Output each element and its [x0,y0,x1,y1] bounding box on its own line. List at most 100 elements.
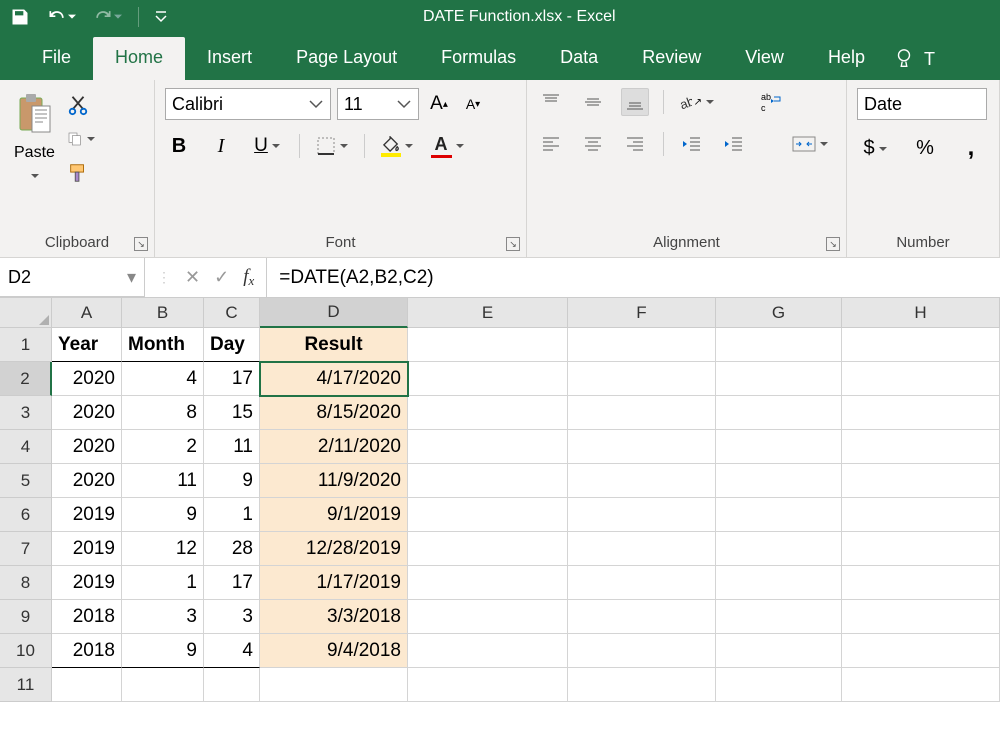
italic-button[interactable]: I [207,132,235,160]
clipboard-dialog-launcher-icon[interactable] [134,237,148,251]
cell[interactable]: 3 [204,600,260,634]
font-name-combo[interactable]: Calibri [165,88,331,120]
cell[interactable] [408,396,568,430]
cell[interactable] [408,532,568,566]
cell[interactable] [842,498,1000,532]
tab-insert[interactable]: Insert [185,37,274,80]
cell[interactable] [842,328,1000,362]
tab-review[interactable]: Review [620,37,723,80]
align-left-icon[interactable] [537,130,565,158]
cell[interactable] [568,464,716,498]
font-color-button[interactable]: A [429,132,465,160]
tab-view[interactable]: View [723,37,806,80]
cell[interactable] [568,634,716,668]
cell[interactable] [716,498,842,532]
tab-formulas[interactable]: Formulas [419,37,538,80]
borders-button[interactable] [314,132,350,160]
cell[interactable]: 9 [122,498,204,532]
row-header[interactable]: 7 [0,532,52,566]
cancel-formula-icon[interactable]: ✕ [185,267,200,288]
cell[interactable]: 3/3/2018 [260,600,408,634]
cell[interactable] [408,362,568,396]
cell[interactable] [842,668,1000,702]
cell[interactable] [842,362,1000,396]
cell[interactable]: 15 [204,396,260,430]
paste-button[interactable]: Paste [10,88,59,190]
cell[interactable] [568,498,716,532]
cell[interactable] [568,566,716,600]
cell[interactable]: 2 [122,430,204,464]
cell[interactable]: 9/4/2018 [260,634,408,668]
align-middle-icon[interactable] [579,88,607,116]
cell[interactable] [408,498,568,532]
cell[interactable]: 2/11/2020 [260,430,408,464]
cell[interactable] [568,600,716,634]
column-header[interactable]: B [122,298,204,328]
cell[interactable] [408,430,568,464]
cell[interactable] [408,668,568,702]
cell[interactable] [568,396,716,430]
cell[interactable] [52,668,122,702]
row-header[interactable]: 1 [0,328,52,362]
cell[interactable]: 12/28/2019 [260,532,408,566]
cell[interactable] [568,532,716,566]
align-top-icon[interactable] [537,88,565,116]
row-header[interactable]: 6 [0,498,52,532]
cell[interactable]: Year [52,328,122,362]
cell[interactable]: 11 [122,464,204,498]
tab-home[interactable]: Home [93,37,185,80]
cell[interactable]: 2019 [52,498,122,532]
cell[interactable]: 2019 [52,566,122,600]
column-header[interactable]: E [408,298,568,328]
cell[interactable]: 11/9/2020 [260,464,408,498]
cell[interactable] [204,668,260,702]
align-right-icon[interactable] [621,130,649,158]
align-center-icon[interactable] [579,130,607,158]
cell[interactable]: 12 [122,532,204,566]
row-header[interactable]: 9 [0,600,52,634]
cell[interactable]: 4/17/2020 [260,362,408,396]
cell[interactable] [716,362,842,396]
tell-me-icon[interactable]: T [887,37,941,80]
column-header[interactable]: D [260,298,408,328]
column-header[interactable]: A [52,298,122,328]
cell[interactable] [716,430,842,464]
tab-help[interactable]: Help [806,37,887,80]
copy-icon[interactable] [67,128,95,150]
row-header[interactable]: 2 [0,362,52,396]
wrap-text-icon[interactable]: abc [758,88,786,116]
undo-icon[interactable] [46,7,76,27]
cell[interactable] [716,464,842,498]
cell[interactable]: 17 [204,566,260,600]
row-header[interactable]: 5 [0,464,52,498]
cell[interactable]: 9 [204,464,260,498]
enter-formula-icon[interactable]: ✓ [214,267,229,288]
cell[interactable]: Month [122,328,204,362]
cell[interactable]: 2020 [52,362,122,396]
cell[interactable] [716,328,842,362]
decrease-indent-icon[interactable] [678,130,706,158]
row-header[interactable]: 4 [0,430,52,464]
column-header[interactable]: H [842,298,1000,328]
cell[interactable] [568,362,716,396]
cell[interactable] [408,634,568,668]
cell[interactable] [716,600,842,634]
fill-color-button[interactable] [379,132,415,160]
column-header[interactable]: F [568,298,716,328]
cell[interactable]: 9 [122,634,204,668]
qat-customize-icon[interactable] [155,11,167,23]
cell[interactable] [408,600,568,634]
align-bottom-icon[interactable] [621,88,649,116]
cell[interactable]: 2018 [52,634,122,668]
name-box-dropdown-icon[interactable]: ▾ [127,267,136,288]
cell[interactable]: 2020 [52,430,122,464]
increase-font-icon[interactable]: A▴ [425,90,453,118]
tab-page-layout[interactable]: Page Layout [274,37,419,80]
cell[interactable] [842,396,1000,430]
cut-icon[interactable] [67,94,95,116]
tab-data[interactable]: Data [538,37,620,80]
row-header[interactable]: 8 [0,566,52,600]
cell[interactable] [842,430,1000,464]
underline-button[interactable]: U [249,132,285,160]
cell[interactable] [842,464,1000,498]
